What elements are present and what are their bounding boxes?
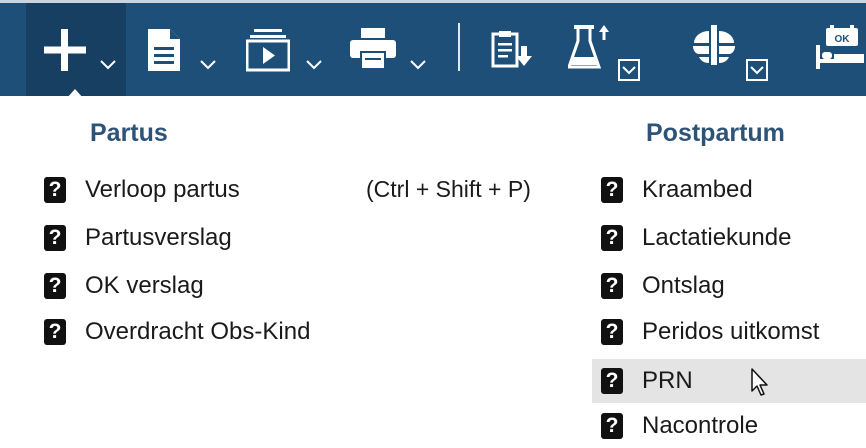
menu-item-peridos-uitkomst[interactable]: ? Peridos uitkomst <box>592 310 866 354</box>
menu-item-label: Ontslag <box>642 272 725 299</box>
clipboard-download-button[interactable] <box>484 3 540 96</box>
chevron-down-icon[interactable] <box>306 60 322 70</box>
bed-ok-icon: OK <box>816 25 864 69</box>
help-icon: ? <box>601 273 623 299</box>
plus-icon <box>44 29 86 71</box>
media-button[interactable] <box>244 3 330 96</box>
postpartum-heading: Postpartum <box>646 119 785 147</box>
respiratory-dropdown-toggle[interactable] <box>746 59 768 81</box>
help-icon: ? <box>601 319 623 345</box>
bed-ok-button[interactable]: OK <box>808 3 866 96</box>
help-icon: ? <box>44 177 66 203</box>
menu-item-ontslag[interactable]: ? Ontslag <box>592 264 866 308</box>
dropdown-caret <box>66 89 84 99</box>
help-icon: ? <box>601 177 623 203</box>
flask-icon <box>568 25 609 69</box>
toolbar: OK <box>0 0 866 99</box>
chevron-down-icon[interactable] <box>100 60 116 70</box>
menu-item-label: Partusverslag <box>85 224 232 251</box>
help-icon: ? <box>601 368 623 394</box>
menu-item-label: Verloop partus <box>85 176 240 203</box>
svg-text:OK: OK <box>835 34 851 45</box>
partus-heading: Partus <box>90 119 168 147</box>
chevron-down-icon[interactable] <box>410 60 426 70</box>
new-button[interactable] <box>26 3 126 96</box>
menu-item-partusverslag[interactable]: ? Partusverslag <box>44 216 232 260</box>
menu-item-ok-verslag[interactable]: ? OK verslag <box>44 264 204 308</box>
help-icon: ? <box>44 319 66 345</box>
lab-dropdown-toggle[interactable] <box>618 59 640 81</box>
shortcut-label: (Ctrl + Shift + P) <box>366 176 531 202</box>
toolbar-separator <box>458 23 460 71</box>
help-icon: ? <box>601 225 623 251</box>
print-button[interactable] <box>344 3 434 96</box>
help-icon: ? <box>44 225 66 251</box>
menu-item-prn[interactable]: ? PRN <box>592 359 866 403</box>
menu-item-label: PRN <box>642 367 693 394</box>
chevron-down-icon <box>750 66 764 75</box>
clipboard-download-icon <box>491 31 532 68</box>
document-button[interactable] <box>140 3 220 96</box>
menu-item-label: OK verslag <box>85 272 204 299</box>
menu-item-kraambed[interactable]: ? Kraambed <box>592 168 866 212</box>
menu-item-verloop-partus[interactable]: ? Verloop partus <box>44 168 240 212</box>
help-icon: ? <box>601 413 623 439</box>
printer-icon <box>350 28 396 70</box>
chevron-down-icon[interactable] <box>200 60 216 70</box>
menu-item-label: Kraambed <box>642 176 753 203</box>
document-icon <box>148 29 180 71</box>
help-icon: ? <box>44 273 66 299</box>
menu-item-label: Overdracht Obs-Kind <box>85 318 311 345</box>
menu-item-label: Lactatiekunde <box>642 224 792 251</box>
menu-item-overdracht-obs-kind[interactable]: ? Overdracht Obs-Kind <box>44 310 310 354</box>
media-player-icon <box>246 29 290 72</box>
chevron-down-icon <box>622 66 636 75</box>
lungs-icon <box>693 25 735 65</box>
mouse-pointer-icon <box>751 368 768 396</box>
menu-item-label: Nacontrole <box>642 412 759 439</box>
menu-item-label: Peridos uitkomst <box>642 318 820 345</box>
menu-item-nacontrole[interactable]: ? Nacontrole <box>592 404 866 448</box>
menu-item-lactatiekunde[interactable]: ? Lactatiekunde <box>592 216 866 260</box>
lab-button[interactable] <box>564 3 676 96</box>
respiratory-button[interactable] <box>688 3 792 96</box>
